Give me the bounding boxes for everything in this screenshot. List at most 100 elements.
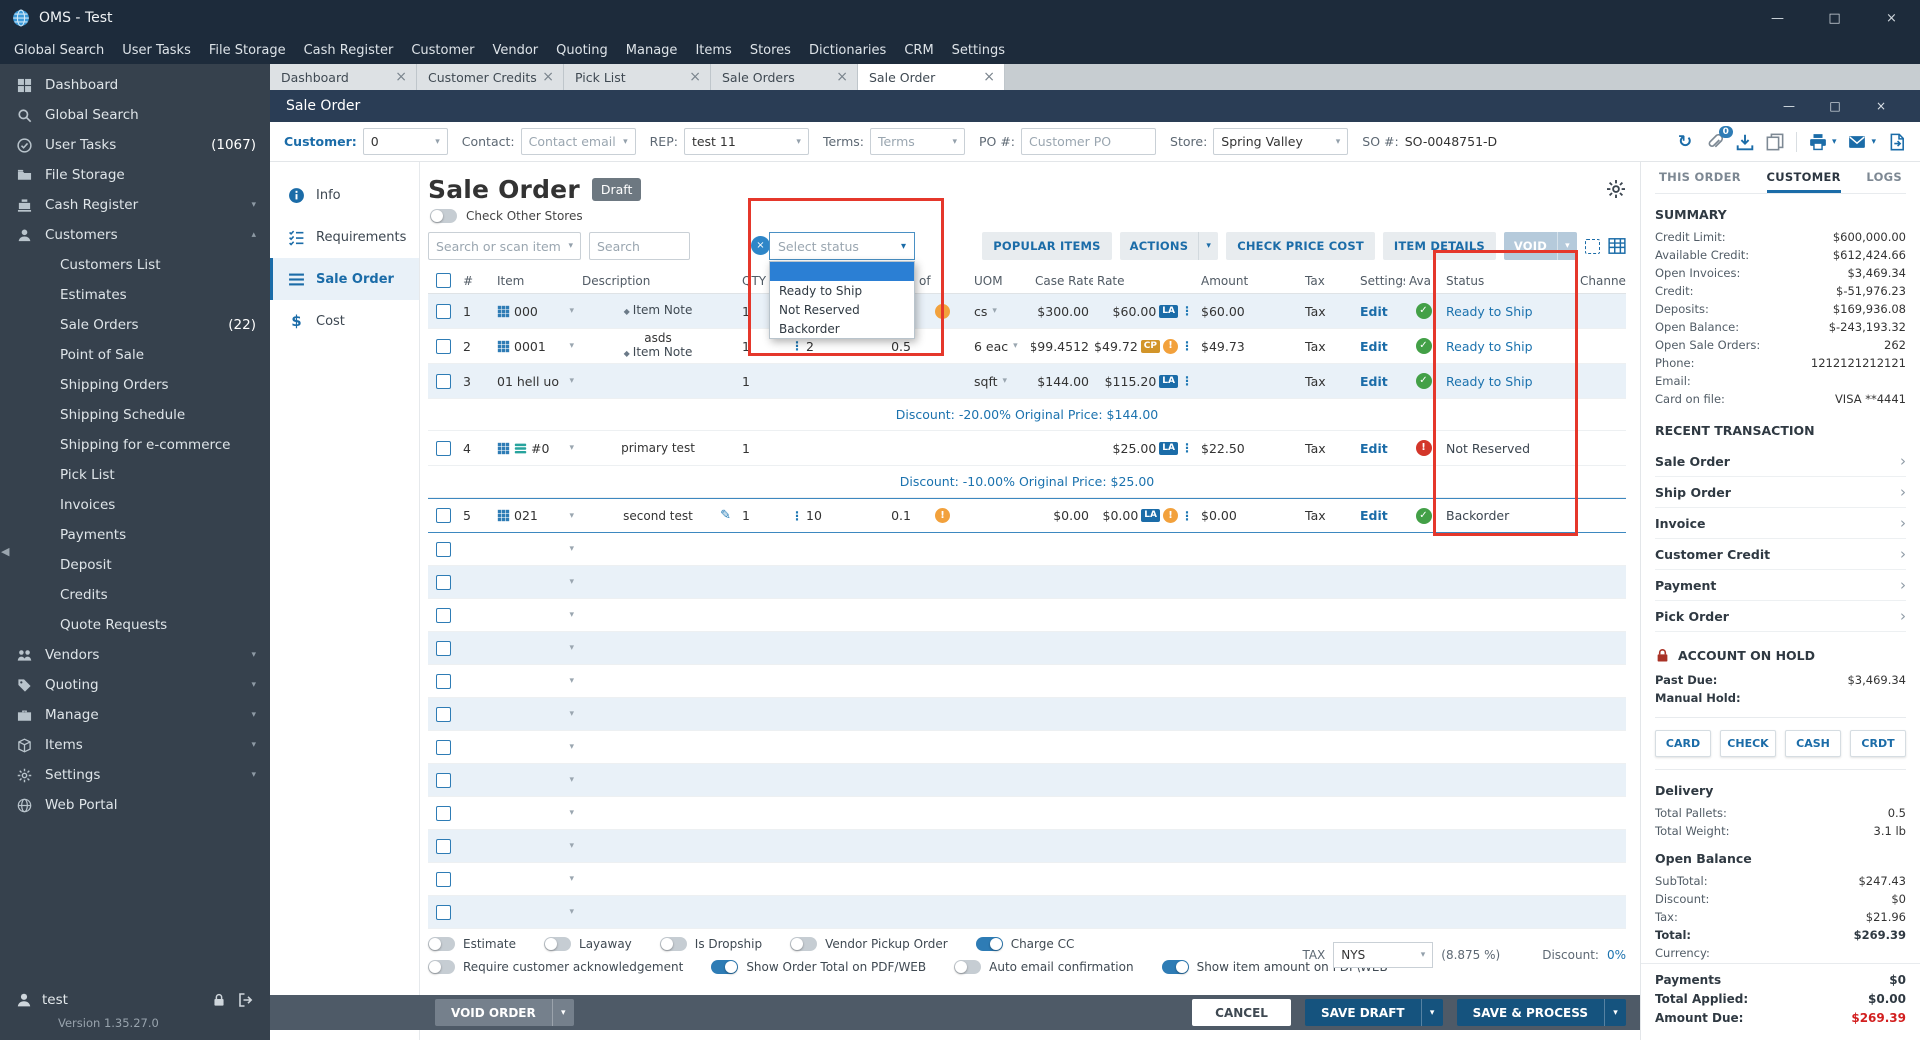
edit-link[interactable]: Edit	[1356, 431, 1405, 465]
sidebar-item-invoices[interactable]: Invoices	[0, 490, 270, 520]
item-cell[interactable]: 01 hell uo ▾	[493, 364, 578, 398]
empty-row[interactable]: ▾	[428, 566, 1626, 599]
terms-select[interactable]: Terms ▾	[869, 128, 965, 155]
chevron-down-icon[interactable]: ▾	[1557, 232, 1577, 260]
row-checkbox[interactable]	[436, 574, 451, 590]
description-cell[interactable]	[578, 364, 738, 398]
switch[interactable]	[428, 960, 455, 974]
edit-link[interactable]: Edit	[1356, 294, 1405, 328]
sidebar-item-dashboard[interactable]: Dashboard	[0, 70, 270, 100]
store-select[interactable]: Spring Valley ▾	[1213, 128, 1349, 155]
nav-sale-order[interactable]: Sale Order	[270, 258, 419, 300]
status-option-blank[interactable]	[770, 262, 914, 281]
customer-select[interactable]: 0 ▾	[362, 128, 448, 155]
table-row[interactable]: 2 0001 ▾ asds ◆ Item Note 1 ⋮ 2 0.5 6 eac ▾ $99.4512…	[428, 329, 1626, 364]
row-checkbox[interactable]	[436, 440, 451, 456]
switch[interactable]	[711, 960, 739, 974]
menu-items[interactable]: Items	[695, 43, 731, 58]
pay-check-button[interactable]: CHECK	[1720, 730, 1776, 757]
row-checkbox[interactable]	[436, 904, 451, 920]
empty-row[interactable]: ▾	[428, 632, 1626, 665]
restore-button[interactable]: □	[1812, 99, 1858, 113]
nav-cost[interactable]: $ Cost	[270, 300, 419, 342]
empty-row[interactable]: ▾	[428, 731, 1626, 764]
tab-pick-list[interactable]: Pick List ×	[564, 64, 711, 90]
tax-cell[interactable]: Tax	[1301, 294, 1356, 328]
sidebar-item-shipping-orders[interactable]: Shipping Orders	[0, 370, 270, 400]
sidebar-item-deposit[interactable]: Deposit	[0, 550, 270, 580]
switch[interactable]	[544, 937, 572, 951]
table-row[interactable]: 4 #0 ▾ primary test 1 $25.00 LA ⋮ $22.50 Tax Edit!…	[428, 431, 1626, 466]
lock-icon[interactable]	[212, 993, 226, 1007]
sidebar-item-shipping-schedule[interactable]: Shipping Schedule	[0, 400, 270, 430]
recent-payment[interactable]: Payment ›	[1655, 570, 1906, 601]
print-icon[interactable]	[1809, 133, 1827, 151]
empty-row[interactable]: ▾	[428, 830, 1626, 863]
item-cell[interactable]: 0001 ▾	[493, 329, 578, 363]
menu-quoting[interactable]: Quoting	[556, 43, 608, 58]
sidebar-item-customers-list[interactable]: Customers List	[0, 250, 270, 280]
pay-card-button[interactable]: CARD	[1655, 730, 1711, 757]
download-icon[interactable]	[1736, 133, 1754, 151]
sidebar-item-sale-orders[interactable]: Sale Orders (22)	[0, 310, 270, 340]
item-search-select[interactable]: Search or scan item ▾	[428, 232, 581, 260]
close-button[interactable]: ×	[1863, 0, 1920, 36]
save-draft-button[interactable]: SAVE DRAFT ▾	[1304, 999, 1443, 1026]
uom-cell[interactable]	[970, 499, 1031, 532]
tax-select[interactable]: NYS ▾	[1333, 942, 1434, 968]
menu-dictionaries[interactable]: Dictionaries	[809, 43, 886, 58]
toggle-require-customer-acknowledgement[interactable]: Require customer acknowledgement	[428, 960, 683, 974]
sidebar-item-settings[interactable]: Settings ▾	[0, 760, 270, 790]
switch[interactable]	[659, 937, 687, 951]
menu-stores[interactable]: Stores	[750, 43, 791, 58]
row-checkbox[interactable]	[436, 373, 451, 389]
logout-icon[interactable]	[238, 992, 254, 1008]
empty-row[interactable]: ▾	[428, 896, 1626, 929]
uom-cell[interactable]: sqft ▾	[970, 364, 1031, 398]
chevron-down-icon[interactable]: ▾	[1198, 232, 1218, 260]
row-checkbox[interactable]	[436, 303, 451, 319]
recent-customer-credit[interactable]: Customer Credit ›	[1655, 539, 1906, 570]
search-input[interactable]	[589, 232, 690, 260]
qty-cell[interactable]: 1	[738, 499, 787, 532]
sidebar-item-quoting[interactable]: Quoting ▾	[0, 670, 270, 700]
switch[interactable]	[428, 937, 455, 951]
menu-crm[interactable]: CRM	[904, 43, 933, 58]
rep-select[interactable]: test 11 ▾	[683, 128, 809, 155]
column-settings-icon[interactable]	[1608, 237, 1626, 255]
kebab-icon[interactable]: ⋮	[1181, 304, 1193, 318]
popular-items-button[interactable]: POPULAR ITEMS	[982, 232, 1112, 260]
chevron-down-icon[interactable]: ▾	[1832, 137, 1837, 147]
chevron-down-icon[interactable]: ▾	[1871, 137, 1876, 147]
uom-cell[interactable]: 6 eac ▾	[970, 329, 1031, 363]
rate-cell[interactable]: $115.20 LA ⋮	[1093, 364, 1197, 398]
menu-manage[interactable]: Manage	[626, 43, 678, 58]
close-icon[interactable]: ×	[836, 69, 848, 85]
pay-crdt-button[interactable]: CRDT	[1850, 730, 1906, 757]
close-icon[interactable]: ×	[395, 69, 407, 85]
toggle-estimate[interactable]: Estimate	[428, 937, 516, 951]
row-checkbox[interactable]	[436, 541, 451, 557]
po-input[interactable]	[1021, 128, 1157, 155]
kebab-icon[interactable]: ⋮	[1181, 441, 1193, 455]
empty-row[interactable]: ▾	[428, 599, 1626, 632]
recent-pick-order[interactable]: Pick Order ›	[1655, 601, 1906, 632]
row-checkbox[interactable]	[436, 805, 451, 821]
item-cell[interactable]: 021 ▾	[493, 499, 578, 532]
sidebar-item-global-search[interactable]: Global Search	[0, 100, 270, 130]
recent-ship-order[interactable]: Ship Order ›	[1655, 477, 1906, 508]
empty-row[interactable]: ▾	[428, 863, 1626, 896]
chevron-down-icon[interactable]: ▾	[551, 999, 574, 1026]
row-checkbox[interactable]	[436, 772, 451, 788]
tax-cell[interactable]: Tax	[1301, 431, 1356, 465]
switch[interactable]	[790, 937, 818, 951]
actions-button[interactable]: ACTIONS ▾	[1119, 232, 1219, 260]
item-cell[interactable]: #0 ▾	[493, 431, 578, 465]
edit-link[interactable]: Edit	[1356, 364, 1405, 398]
close-icon[interactable]: ×	[542, 69, 554, 85]
email-icon[interactable]	[1848, 133, 1866, 151]
chevron-down-icon[interactable]: ▾	[1420, 999, 1443, 1026]
uom-cell[interactable]	[970, 431, 1031, 465]
panel-tab-logs[interactable]: LOGS	[1866, 162, 1902, 193]
sync-icon[interactable]: ↻	[1676, 132, 1694, 152]
